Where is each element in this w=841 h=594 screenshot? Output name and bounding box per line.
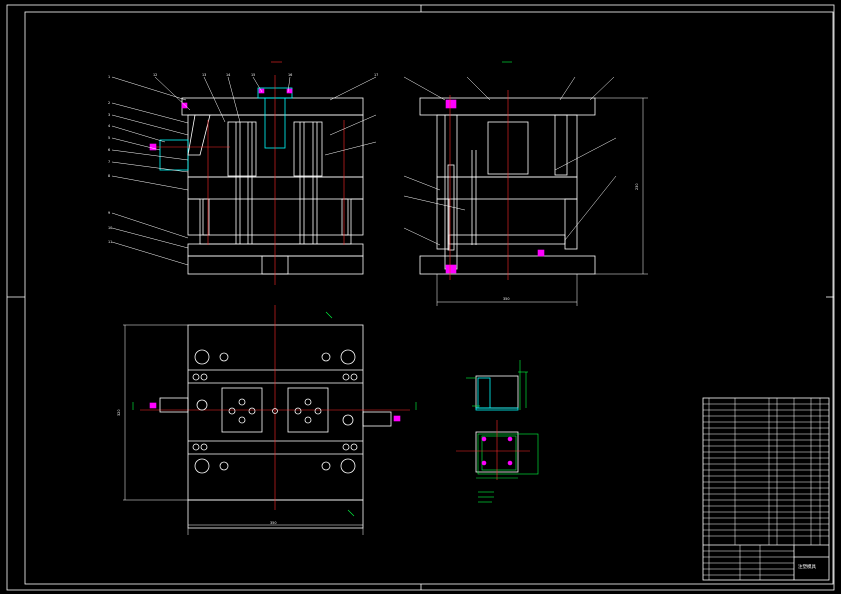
part-number: 9 (108, 211, 110, 215)
part-number: 6 (108, 148, 110, 152)
part-number: 2 (108, 101, 110, 105)
part-detail-views (456, 360, 539, 503)
part-number: 12 (153, 73, 157, 77)
plan-view (123, 305, 417, 535)
part-number: 5 (108, 136, 110, 140)
part-number: 17 (374, 73, 378, 77)
mold-assembly-drawing: 1 2 3 4 5 6 7 8 9 10 11 12 13 14 15 16 1… (6, 4, 835, 591)
part-number: 1 (108, 75, 110, 79)
part-number: 11 (108, 240, 112, 244)
part-number: 8 (108, 174, 110, 178)
plan-view-height-dimension: 320 (117, 410, 121, 416)
bill-of-materials (702, 397, 830, 581)
front-section-view (111, 61, 377, 285)
side-section-view (403, 61, 648, 306)
part-number: 15 (251, 73, 255, 77)
part-number: 3 (108, 113, 110, 117)
part-number: 10 (108, 226, 112, 230)
side-view-height-dimension: 230 (635, 184, 639, 190)
part-number: 7 (108, 160, 110, 164)
part-number: 16 (288, 73, 292, 77)
plan-view-width-dimension: 350 (270, 521, 276, 525)
part-number: 14 (226, 73, 230, 77)
drawing-frame (6, 4, 835, 591)
side-view-width-dimension: 350 (503, 297, 509, 301)
part-number: 13 (202, 73, 206, 77)
part-number: 4 (108, 124, 110, 128)
front-view-part-numbers: 1 2 3 4 5 6 7 8 9 10 11 12 13 14 15 16 1… (108, 73, 378, 244)
drawing-title: 注塑模具 (798, 563, 816, 570)
